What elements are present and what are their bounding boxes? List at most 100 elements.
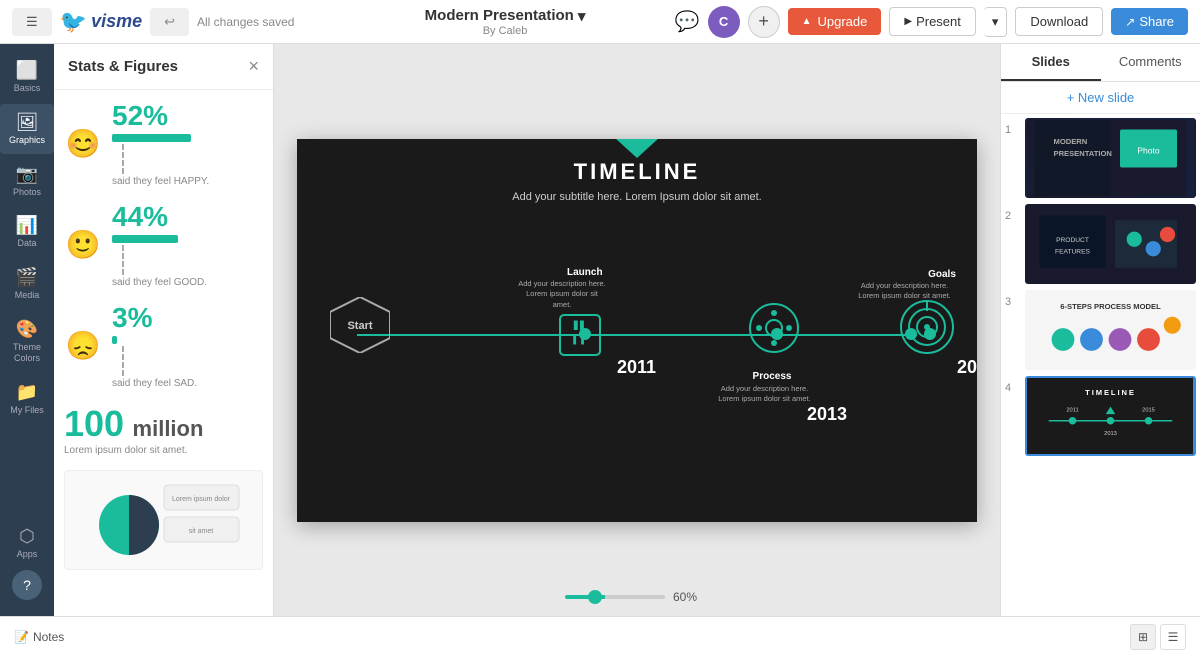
launch-desc: Add your description here. Lorem ipsum d…: [517, 279, 607, 311]
topbar-center: Modern Presentation ▾ By Caleb: [343, 7, 666, 37]
autosave-status: All changes saved: [197, 15, 294, 29]
undo-button[interactable]: ↩: [150, 8, 189, 36]
logo-bird: 🐦: [60, 9, 87, 35]
slide-subtitle: Add your subtitle here. Lorem Ipsum dolo…: [297, 191, 977, 203]
panel-content: 😊 52% said they feel HAPPY. 🙂 44%: [54, 90, 273, 616]
end-dot: [905, 328, 917, 340]
right-panel: Slides Comments + New slide 1 MODERN PRE…: [1000, 44, 1200, 616]
tab-comments[interactable]: Comments: [1101, 44, 1200, 81]
notes-button[interactable]: 📝 Notes: [14, 630, 64, 644]
main-layout: ⬜ Basics 🖼 Graphics 📷 Photos 📊 Data 🎬 Me…: [0, 44, 1200, 616]
list-view-button[interactable]: ☰: [1160, 624, 1186, 650]
launch-dot: [579, 328, 591, 340]
svg-text:Start: Start: [347, 320, 372, 332]
sidebar-item-data[interactable]: 📊 Data: [0, 207, 54, 257]
slide-img-2[interactable]: PRODUCT FEATURES: [1025, 204, 1196, 284]
sidebar-label-my-files: My Files: [10, 405, 44, 416]
panel-close-button[interactable]: ×: [248, 56, 259, 77]
presentation-title-text: Modern Presentation: [425, 7, 574, 24]
zoom-slider[interactable]: [565, 595, 665, 599]
sidebar-label-graphics: Graphics: [9, 135, 45, 146]
goals-year: 2015: [957, 357, 977, 378]
sidebar-item-apps[interactable]: ⬡ Apps: [0, 518, 54, 568]
notes-icon: 📝: [14, 630, 29, 644]
slide-canvas[interactable]: TIMELINE Add your subtitle here. Lorem I…: [297, 139, 977, 522]
graphics-icon: 🖼: [16, 112, 39, 133]
hamburger-menu[interactable]: ☰: [12, 8, 52, 36]
presentation-title[interactable]: Modern Presentation ▾: [425, 7, 586, 25]
stat-label-sad: said they feel SAD.: [112, 378, 263, 389]
timeline-line: [357, 334, 917, 336]
grid-view-button[interactable]: ⊞: [1130, 624, 1156, 650]
svg-text:2011: 2011: [1066, 407, 1078, 413]
svg-text:Photo: Photo: [1137, 145, 1160, 155]
canvas-area[interactable]: TIMELINE Add your subtitle here. Lorem I…: [274, 44, 1000, 616]
svg-text:Lorem ipsum dolor: Lorem ipsum dolor: [172, 496, 231, 503]
slide-img-3[interactable]: 6-STEPS PROCESS MODEL: [1025, 290, 1196, 370]
sidebar-label-apps: Apps: [17, 549, 38, 560]
logo: 🐦 visme: [60, 9, 142, 35]
svg-text:6-STEPS PROCESS MODEL: 6-STEPS PROCESS MODEL: [1060, 302, 1161, 311]
sidebar-item-theme-colors[interactable]: 🎨 Theme Colors: [0, 311, 54, 372]
slide-img-4[interactable]: TIMELINE 2011 2013 2015: [1025, 376, 1196, 456]
slide-num-4: 4: [1005, 376, 1019, 456]
my-files-icon: 📁: [16, 382, 38, 403]
sidebar-label-media: Media: [15, 290, 40, 301]
stat-label-good: said they feel GOOD.: [112, 277, 263, 288]
user-avatar[interactable]: C: [708, 6, 740, 38]
sidebar-label-data: Data: [17, 238, 36, 249]
sidebar-item-photos[interactable]: 📷 Photos: [0, 156, 54, 206]
slide-triangle: [615, 139, 659, 158]
svg-text:2013: 2013: [1104, 431, 1117, 437]
share-button[interactable]: Share: [1111, 8, 1188, 35]
sidebar-item-media[interactable]: 🎬 Media: [0, 259, 54, 309]
stat-percent-sad: 3%: [112, 302, 152, 334]
process-desc: Add your description here. Lorem ipsum d…: [717, 384, 812, 405]
launch-year: 2011: [617, 357, 656, 378]
help-button[interactable]: ?: [12, 570, 42, 600]
basics-icon: ⬜: [16, 60, 38, 81]
stat-percent-happy: 52%: [112, 100, 168, 132]
slide-num-3: 3: [1005, 290, 1019, 370]
sidebar-item-basics[interactable]: ⬜ Basics: [0, 52, 54, 102]
slide-thumb-3[interactable]: 3 6-STEPS PROCESS MODEL: [1005, 290, 1196, 370]
slide-title: TIMELINE: [297, 159, 977, 185]
topbar-left: ☰ 🐦 visme ↩ All changes saved: [12, 8, 335, 36]
process-dot: [771, 328, 783, 340]
new-slide-button[interactable]: + New slide: [1001, 82, 1200, 114]
present-button[interactable]: Present: [889, 7, 976, 36]
big-stat-unit: million: [133, 416, 204, 441]
slide-thumb-4[interactable]: 4 TIMELINE 2011 2013 2015: [1005, 376, 1196, 456]
slide-thumb-1[interactable]: 1 MODERN PRESENTATION Photo: [1005, 118, 1196, 198]
stat-emoji-happy: 😊: [64, 127, 102, 160]
slide-thumb-2[interactable]: 2 PRODUCT FEATURES: [1005, 204, 1196, 284]
svg-text:MODERN: MODERN: [1054, 137, 1088, 146]
sidebar-item-graphics[interactable]: 🖼 Graphics: [0, 104, 54, 154]
add-collaborator-button[interactable]: +: [748, 6, 780, 38]
theme-colors-icon: 🎨: [16, 319, 38, 340]
right-tabs: Slides Comments: [1001, 44, 1200, 82]
view-icons: ⊞ ☰: [1130, 624, 1186, 650]
upgrade-button[interactable]: Upgrade: [788, 8, 882, 35]
stat-item-sad: 😞 3% said they feel SAD.: [64, 302, 263, 389]
svg-text:FEATURES: FEATURES: [1055, 249, 1090, 256]
goals-label: Goals: [897, 269, 977, 280]
zoom-bar: 60%: [565, 590, 709, 604]
svg-text:sit amet: sit amet: [188, 528, 213, 535]
sidebar: ⬜ Basics 🖼 Graphics 📷 Photos 📊 Data 🎬 Me…: [0, 44, 54, 616]
download-button[interactable]: Download: [1015, 7, 1103, 36]
panel-header: Stats & Figures ×: [54, 44, 273, 90]
process-label: Process: [732, 371, 812, 382]
sidebar-item-my-files[interactable]: 📁 My Files: [0, 374, 54, 424]
tab-slides[interactable]: Slides: [1001, 44, 1101, 81]
goals-shape: [897, 297, 957, 357]
present-more-button[interactable]: ▾: [984, 7, 1008, 37]
svg-text:PRESENTATION: PRESENTATION: [1054, 149, 1112, 158]
slide-img-1[interactable]: MODERN PRESENTATION Photo: [1025, 118, 1196, 198]
sidebar-label-theme-colors: Theme Colors: [4, 342, 50, 364]
comment-button[interactable]: 💬: [675, 9, 700, 34]
start-hexagon: Start: [330, 297, 390, 353]
chart-preview[interactable]: Lorem ipsum dolor sit amet: [64, 470, 263, 570]
stat-emoji-good: 🙂: [64, 228, 102, 261]
photos-icon: 📷: [16, 164, 38, 185]
